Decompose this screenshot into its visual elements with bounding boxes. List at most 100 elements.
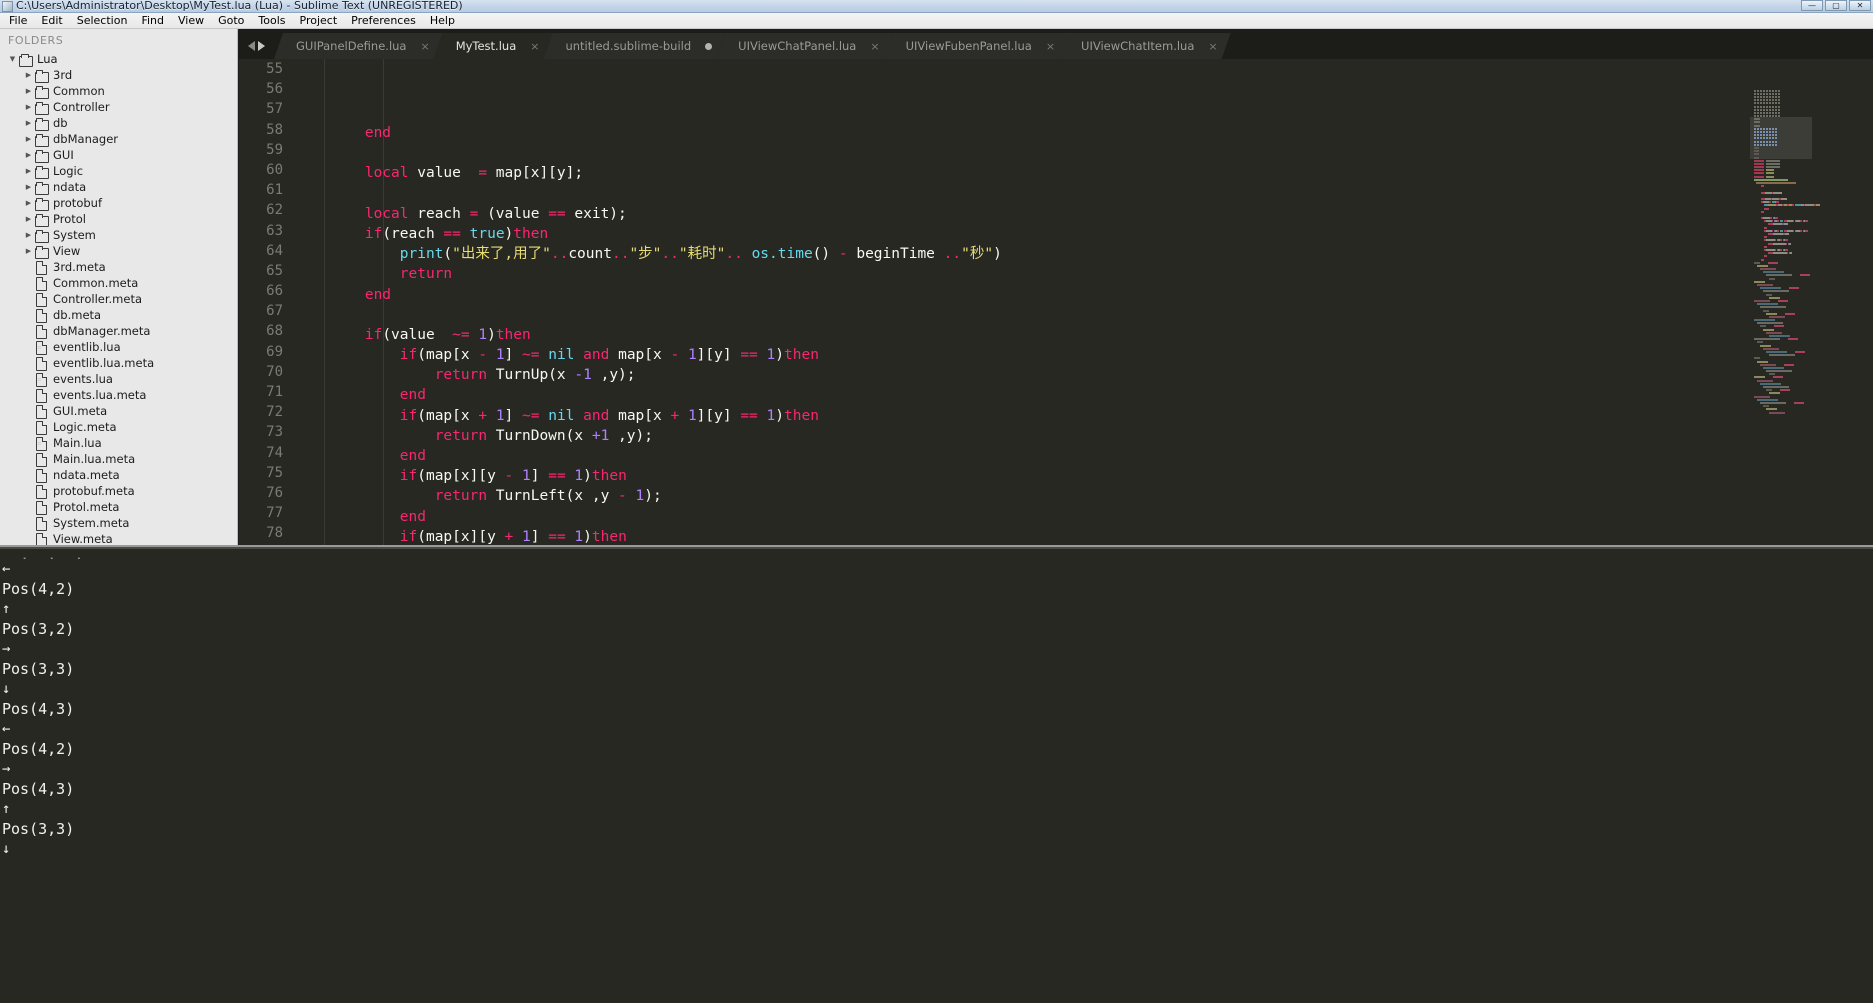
chevron-right-icon[interactable]: ▶ [22,227,35,243]
code-line[interactable]: if(map[x + 1] ~= nil and map[x + 1][y] =… [295,406,1728,426]
tab-close-icon[interactable]: × [530,41,539,52]
tree-file-row[interactable]: 3rd.meta [0,259,237,275]
tab-uiviewchatpanel-lua[interactable]: UIViewChatPanel.lua × [716,33,892,59]
tab-uiviewfubenpanel-lua[interactable]: UIViewFubenPanel.lua × [884,33,1068,59]
chevron-right-icon[interactable]: ▶ [22,163,35,179]
tree-folder-row[interactable]: ▶ Controller [0,99,237,115]
tab-unsaved-indicator-icon[interactable] [705,43,712,50]
tab-guipaneldefine-lua[interactable]: GUIPanelDefine.lua × [274,33,443,59]
menu-item-project[interactable]: Project [293,13,345,28]
menu-item-file[interactable]: File [2,13,34,28]
sidebar-file-tree[interactable]: FOLDERS ▼ Lua ▶ 3rd ▶ Common ▶ Controller ▶ db ▶ db… [0,29,238,547]
code-line[interactable]: if(map[x][y + 1] == 1)then [295,527,1728,547]
tree-folder-row[interactable]: ▶ ndata [0,179,237,195]
tree-folder-row[interactable]: ▶ View [0,243,237,259]
folder-tree-list[interactable]: ▼ Lua ▶ 3rd ▶ Common ▶ Controller ▶ db ▶ dbManager ▶… [0,51,237,547]
tree-folder-row[interactable]: ▶ GUI [0,147,237,163]
tree-file-row[interactable]: :: Main.lua [0,435,237,451]
chevron-right-icon[interactable]: ▶ [22,115,35,131]
code-line[interactable]: return TurnLeft(x ,y - 1); [295,486,1728,506]
chevron-down-icon[interactable]: ▼ [6,51,19,67]
tree-folder-row[interactable]: ▶ System [0,227,237,243]
tab-next-arrow-icon[interactable] [258,41,265,51]
tree-file-row[interactable]: System.meta [0,515,237,531]
tree-folder-row[interactable]: ▼ Lua [0,51,237,67]
tree-folder-row[interactable]: ▶ db [0,115,237,131]
tab-mytest-lua[interactable]: MyTest.lua × [434,33,553,59]
tree-file-row[interactable]: Controller.meta [0,291,237,307]
tree-file-row[interactable]: dbManager.meta [0,323,237,339]
tab-close-icon[interactable]: × [420,41,429,52]
tree-file-row[interactable]: protobuf.meta [0,483,237,499]
code-line[interactable]: end [295,385,1728,405]
chevron-right-icon[interactable]: ▶ [22,67,35,83]
code-line[interactable]: if(value ~= 1)then [295,325,1728,345]
code-line[interactable]: return TurnUp(x -1 ,y); [295,365,1728,385]
tree-folder-row[interactable]: ▶ protobuf [0,195,237,211]
tree-file-row[interactable]: db.meta [0,307,237,323]
chevron-right-icon[interactable]: ▶ [22,83,35,99]
tree-folder-row[interactable]: ▶ Logic [0,163,237,179]
tree-file-row[interactable]: GUI.meta [0,403,237,419]
tree-folder-row[interactable]: ▶ Common [0,83,237,99]
tree-folder-row[interactable]: ▶ 3rd [0,67,237,83]
tree-file-row[interactable]: Main.lua.meta [0,451,237,467]
menu-item-edit[interactable]: Edit [34,13,69,28]
menu-item-tools[interactable]: Tools [251,13,292,28]
chevron-right-icon[interactable]: ▶ [22,131,35,147]
tree-file-row[interactable]: Protol.meta [0,499,237,515]
tab-untitled-sublime-build[interactable]: untitled.sublime-build [543,33,725,59]
tree-file-row[interactable]: Common.meta [0,275,237,291]
maximize-button[interactable]: ▢ [1825,0,1847,11]
window-controls[interactable]: — ▢ ✕ [1801,0,1871,11]
code-line[interactable]: end [295,123,1728,143]
code-line[interactable]: return TurnDown(x +1 ,y); [295,426,1728,446]
tree-file-row[interactable]: Logic.meta [0,419,237,435]
chevron-right-icon[interactable]: ▶ [22,147,35,163]
tab-close-icon[interactable]: × [1208,41,1217,52]
code-minimap[interactable] [1728,89,1873,547]
console-line-list[interactable]: ← Pos(4,2) ↑ Pos(3,2) → Pos(3,3) ↓ Pos(4,3) ← Pos… [2,559,1873,859]
tree-folder-row[interactable]: ▶ Protol [0,211,237,227]
code-line[interactable]: if(reach == true)then [295,224,1728,244]
code-line[interactable]: if(map[x - 1] ~= nil and map[x - 1][y] =… [295,345,1728,365]
tab-prev-arrow-icon[interactable] [248,41,255,51]
code-line[interactable]: print("出来了,用了"..count.."步".."耗时".. os.ti… [295,244,1728,264]
minimize-button[interactable]: — [1801,0,1823,11]
code-line[interactable] [295,184,1728,204]
tree-file-row[interactable]: :: eventlib.lua [0,339,237,355]
menu-item-help[interactable]: Help [423,13,462,28]
close-button[interactable]: ✕ [1849,0,1871,11]
output-console-panel[interactable]: , , , ← Pos(4,2) ↑ Pos(3,2) → Pos(3,3) ↓ Pos(4,… [0,547,1873,1003]
chevron-right-icon[interactable]: ▶ [22,195,35,211]
menu-item-view[interactable]: View [171,13,211,28]
code-editor[interactable]: 55 56 57 58 59 60 61 62 63 64 65 66 67 68 69 70 71 72 73 74… [239,59,1873,547]
tree-file-row[interactable]: events.lua.meta [0,387,237,403]
tree-file-row[interactable]: eventlib.lua.meta [0,355,237,371]
tab-close-icon[interactable]: × [1046,41,1055,52]
tab-close-icon[interactable]: × [870,41,879,52]
console-content[interactable]: , , , ← Pos(4,2) ↑ Pos(3,2) → Pos(3,3) ↓ Pos(4,… [0,549,1873,859]
code-line[interactable]: return [295,264,1728,284]
tab-bar[interactable]: GUIPanelDefine.lua × MyTest.lua × untitled.s… [239,29,1873,59]
tree-file-row[interactable]: :: events.lua [0,371,237,387]
tabs-container[interactable]: GUIPanelDefine.lua × MyTest.lua × untitled.s… [274,33,1222,59]
code-content[interactable]: end local value = map[x][y]; local reach… [295,59,1728,547]
menu-item-find[interactable]: Find [134,13,171,28]
menu-item-preferences[interactable]: Preferences [344,13,423,28]
code-line[interactable] [295,143,1728,163]
code-line[interactable]: local value = map[x][y]; [295,163,1728,183]
code-line[interactable]: if(map[x][y - 1] == 1)then [295,466,1728,486]
code-line[interactable] [295,305,1728,325]
menu-item-selection[interactable]: Selection [70,13,135,28]
chevron-right-icon[interactable]: ▶ [22,179,35,195]
chevron-right-icon[interactable]: ▶ [22,99,35,115]
code-lines-inner[interactable]: end local value = map[x][y]; local reach… [295,123,1728,547]
tree-folder-row[interactable]: ▶ dbManager [0,131,237,147]
menu-item-goto[interactable]: Goto [211,13,251,28]
code-line[interactable]: local reach = (value == exit); [295,204,1728,224]
tab-uiviewchatitem-lua[interactable]: UIViewChatItem.lua × [1059,33,1231,59]
code-line[interactable]: end [295,507,1728,527]
tree-file-row[interactable]: ndata.meta [0,467,237,483]
code-line[interactable]: end [295,285,1728,305]
